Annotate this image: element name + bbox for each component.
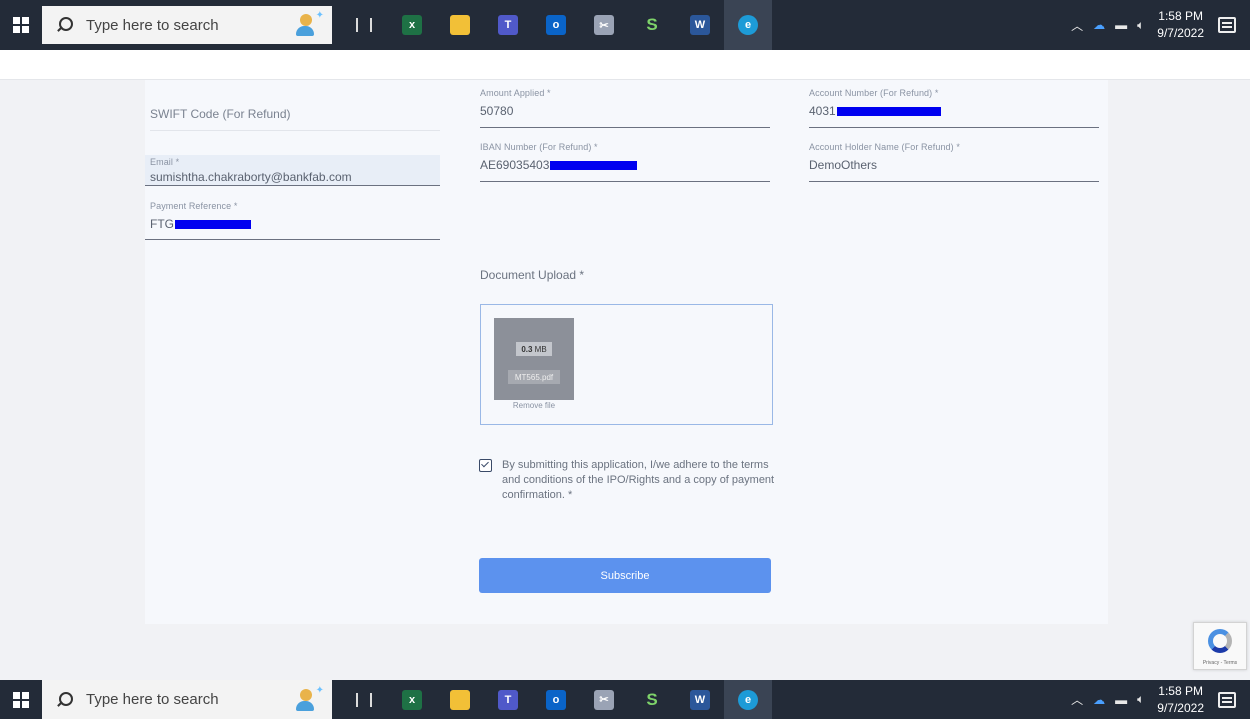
file-explorer-icon[interactable]: [436, 680, 484, 719]
account-holder-label: Account Holder Name (For Refund) *: [809, 142, 960, 152]
terms-checkbox[interactable]: [479, 459, 492, 472]
file-size-number: 0.3: [521, 344, 533, 354]
windows-icon: [13, 17, 29, 33]
taskbar-search-box[interactable]: Type here to search ✦: [42, 6, 332, 44]
redaction-mark: [175, 220, 251, 230]
file-explorer-icon[interactable]: [436, 0, 484, 50]
teams-icon[interactable]: T: [484, 0, 532, 50]
iban-value: AE69035403: [480, 158, 550, 172]
chevron-up-icon[interactable]: ︿: [1071, 691, 1083, 708]
snipping-tool-icon[interactable]: ✂: [580, 0, 628, 50]
terms-consent-text: By submitting this application, I/we adh…: [502, 459, 775, 501]
amount-applied-field[interactable]: Amount Applied * 50780: [480, 88, 770, 128]
edge-icon[interactable]: e: [724, 680, 772, 719]
teams-icon[interactable]: T: [484, 680, 532, 719]
taskbar-search-box[interactable]: Type here to search ✦: [42, 680, 332, 719]
word-icon[interactable]: W: [676, 680, 724, 719]
edge-icon[interactable]: e: [724, 0, 772, 50]
excel-icon[interactable]: x: [388, 680, 436, 719]
account-holder-field[interactable]: Account Holder Name (For Refund) * DemoO…: [809, 142, 1099, 182]
subscribe-button[interactable]: Subscribe: [479, 558, 771, 593]
task-view-icon[interactable]: [340, 680, 388, 719]
green-s-app-icon[interactable]: S: [628, 680, 676, 719]
recaptcha-icon: [1208, 629, 1232, 653]
start-button[interactable]: [0, 0, 42, 50]
uploaded-file-preview: 0.3 MB MT565.pdf: [494, 318, 574, 400]
taskbar-app-list: x T o ✂ S W e: [340, 0, 772, 50]
onedrive-icon[interactable]: ☁: [1093, 693, 1105, 707]
clock-time: 1:58 PM: [1158, 683, 1203, 698]
start-button[interactable]: [0, 680, 42, 719]
file-size-badge: 0.3 MB: [516, 342, 552, 356]
cortana-icon[interactable]: ✦: [292, 10, 324, 38]
document-upload-label: Document Upload *: [480, 268, 585, 282]
redaction-mark: [836, 107, 941, 117]
volume-icon[interactable]: 🔈︎: [1137, 692, 1144, 707]
email-field[interactable]: Email * sumishtha.chakraborty@bankfab.co…: [145, 155, 440, 186]
payment-reference-value: FTG: [150, 217, 174, 231]
terms-consent: By submitting this application, I/we adh…: [479, 458, 779, 503]
taskbar-bottom: Type here to search ✦ x T o ✂ S W e ︿ ☁ …: [0, 680, 1250, 719]
excel-icon[interactable]: x: [388, 0, 436, 50]
swift-code-placeholder: SWIFT Code (For Refund): [150, 107, 291, 121]
recaptcha-badge[interactable]: Privacy - Terms: [1193, 622, 1247, 670]
task-view-icon[interactable]: [340, 0, 388, 50]
iban-field[interactable]: IBAN Number (For Refund) * AE69035403: [480, 142, 770, 182]
chevron-up-icon[interactable]: ︿: [1071, 17, 1083, 34]
clock-time: 1:58 PM: [1158, 9, 1203, 23]
taskbar-top: Type here to search ✦ x T o ✂ S W e ︿ ☁ …: [0, 0, 1250, 50]
remove-file-link[interactable]: Remove file: [481, 401, 587, 410]
clock-date: 9/7/2022: [1157, 26, 1204, 40]
account-holder-value: DemoOthers: [809, 158, 878, 172]
document-upload-dropzone[interactable]: 0.3 MB MT565.pdf Remove file: [480, 304, 773, 425]
amount-applied-value: 50780: [480, 104, 514, 118]
outlook-icon[interactable]: o: [532, 0, 580, 50]
account-number-field[interactable]: Account Number (For Refund) * 4031: [809, 88, 1099, 128]
email-label: Email *: [150, 157, 180, 167]
onedrive-icon[interactable]: ☁: [1093, 18, 1105, 32]
network-icon[interactable]: ▬: [1115, 18, 1127, 32]
account-number-value: 4031: [809, 104, 836, 118]
green-s-app-icon[interactable]: S: [628, 0, 676, 50]
file-size-unit: MB: [534, 344, 547, 354]
network-icon[interactable]: ▬: [1115, 693, 1127, 707]
system-tray: ︿ ☁ ▬ 🔈︎ 1:58 PM 9/7/2022: [1066, 0, 1250, 50]
snipping-tool-icon[interactable]: ✂: [580, 680, 628, 719]
windows-icon: [13, 691, 29, 708]
system-tray: ︿ ☁ ▬ 🔈︎ 1:58 PM 9/7/2022: [1066, 680, 1250, 719]
swift-code-field[interactable]: SWIFT Code (For Refund): [150, 107, 440, 131]
notification-icon[interactable]: [1218, 17, 1236, 33]
account-number-label: Account Number (For Refund) *: [809, 88, 939, 98]
taskbar-clock[interactable]: 1:58 PM 9/7/2022: [1157, 683, 1204, 717]
search-icon: [56, 691, 73, 708]
file-name-badge: MT565.pdf: [508, 370, 560, 384]
word-icon[interactable]: W: [676, 0, 724, 50]
taskbar-search-placeholder: Type here to search: [86, 16, 219, 34]
email-value: sumishtha.chakraborty@bankfab.com: [150, 170, 352, 184]
clock-date: 9/7/2022: [1157, 700, 1204, 715]
notification-icon[interactable]: [1218, 691, 1236, 708]
iban-label: IBAN Number (For Refund) *: [480, 142, 598, 152]
taskbar-app-list: x T o ✂ S W e: [340, 680, 772, 719]
volume-icon[interactable]: 🔈︎: [1137, 18, 1144, 33]
outlook-icon[interactable]: o: [532, 680, 580, 719]
taskbar-search-placeholder: Type here to search: [86, 691, 219, 708]
payment-reference-label: Payment Reference *: [150, 201, 238, 211]
search-icon: [56, 17, 73, 33]
payment-reference-field[interactable]: Payment Reference * FTG: [145, 201, 440, 240]
taskbar-clock[interactable]: 1:58 PM 9/7/2022: [1157, 8, 1204, 42]
amount-applied-label: Amount Applied *: [480, 88, 551, 98]
cortana-icon[interactable]: ✦: [292, 685, 324, 713]
browser-page-header: [0, 50, 1250, 80]
redaction-mark: [550, 161, 638, 171]
recaptcha-footer[interactable]: Privacy - Terms: [1194, 660, 1246, 666]
